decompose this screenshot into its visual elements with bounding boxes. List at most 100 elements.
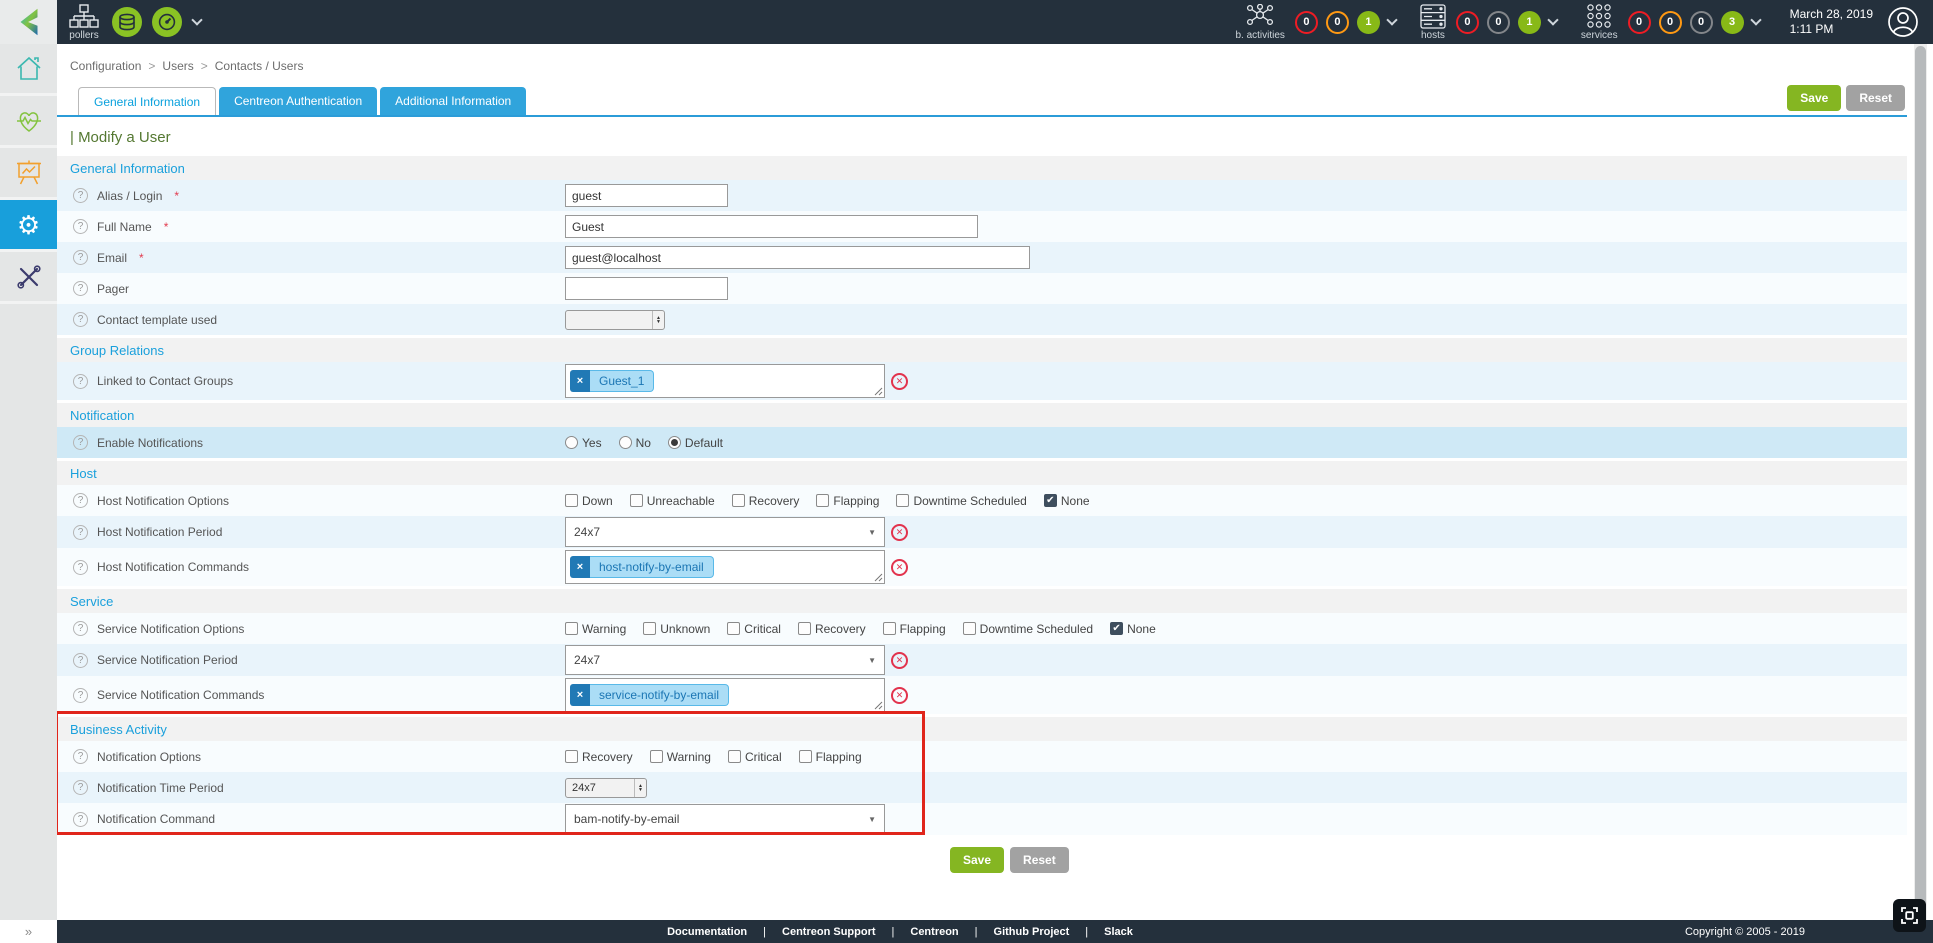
counter-badge-services[interactable]: 3 bbox=[1721, 11, 1744, 34]
help-icon[interactable]: ? bbox=[73, 812, 88, 827]
counter-badge-services[interactable]: 0 bbox=[1690, 11, 1713, 34]
checkbox-option-none[interactable]: ✔None bbox=[1110, 622, 1156, 636]
radio-option-yes[interactable]: Yes bbox=[565, 436, 602, 450]
expand-sidebar-icon[interactable]: » bbox=[25, 924, 32, 939]
notification-command-select[interactable]: bam-notify-by-email▼ bbox=[565, 804, 885, 834]
sidebar-item-home[interactable] bbox=[0, 44, 57, 96]
sidebar-item-configuration[interactable]: ⚙ bbox=[0, 200, 57, 252]
checkbox-option-flapping[interactable]: Flapping bbox=[799, 750, 862, 764]
help-icon[interactable]: ? bbox=[73, 560, 88, 575]
checkbox-option-downtime-scheduled[interactable]: Downtime Scheduled bbox=[963, 622, 1093, 636]
tab-general-information[interactable]: General Information bbox=[78, 87, 216, 115]
chip-remove-button[interactable]: × bbox=[570, 684, 590, 706]
checkbox-flapping[interactable] bbox=[799, 750, 812, 763]
checkbox-option-critical[interactable]: Critical bbox=[727, 622, 781, 636]
help-icon[interactable]: ? bbox=[73, 188, 88, 203]
help-icon[interactable]: ? bbox=[73, 435, 88, 450]
checkbox-downtime-scheduled[interactable] bbox=[963, 622, 976, 635]
footer-link-centreon-support[interactable]: Centreon Support bbox=[782, 926, 876, 938]
counter-badge-business-activities[interactable]: 0 bbox=[1295, 11, 1318, 34]
help-icon[interactable]: ? bbox=[73, 281, 88, 296]
checkbox-down[interactable] bbox=[565, 494, 578, 507]
breadcrumb-item-configuration[interactable]: Configuration bbox=[70, 59, 141, 73]
radio-default[interactable] bbox=[668, 436, 681, 449]
chip-remove-button[interactable]: × bbox=[570, 556, 590, 578]
clear-field-button[interactable]: ✕ bbox=[891, 652, 908, 669]
checkbox-option-critical[interactable]: Critical bbox=[728, 750, 782, 764]
footer-link-slack[interactable]: Slack bbox=[1104, 926, 1133, 938]
tab-additional-information[interactable]: Additional Information bbox=[380, 87, 526, 115]
checkbox-flapping[interactable] bbox=[816, 494, 829, 507]
full-name-input[interactable] bbox=[565, 215, 978, 238]
user-avatar[interactable] bbox=[1887, 6, 1919, 38]
chevron-down-icon[interactable] bbox=[1386, 14, 1397, 25]
counter-badge-hosts[interactable]: 1 bbox=[1518, 11, 1541, 34]
sidebar-item-reporting[interactable] bbox=[0, 148, 57, 200]
hosts-group[interactable]: hosts bbox=[1420, 3, 1446, 41]
save-button[interactable]: Save bbox=[1787, 85, 1841, 111]
email-input[interactable] bbox=[565, 246, 1030, 269]
services-group[interactable]: services bbox=[1581, 3, 1618, 41]
help-icon[interactable]: ? bbox=[73, 525, 88, 540]
chevron-down-icon[interactable] bbox=[1547, 14, 1558, 25]
checkbox-unreachable[interactable] bbox=[630, 494, 643, 507]
host-notification-commands-tag-input[interactable]: ×host-notify-by-email bbox=[565, 550, 885, 584]
sidebar-item-administration[interactable] bbox=[0, 252, 57, 304]
counter-badge-services[interactable]: 0 bbox=[1628, 11, 1651, 34]
help-icon[interactable]: ? bbox=[73, 749, 88, 764]
help-icon[interactable]: ? bbox=[73, 780, 88, 795]
footer-link-documentation[interactable]: Documentation bbox=[667, 926, 747, 938]
alias-login-input[interactable] bbox=[565, 184, 728, 207]
clear-field-button[interactable]: ✕ bbox=[891, 373, 908, 390]
help-icon[interactable]: ? bbox=[73, 374, 88, 389]
counter-badge-hosts[interactable]: 0 bbox=[1487, 11, 1510, 34]
chip-remove-button[interactable]: × bbox=[570, 370, 590, 392]
checkbox-recovery[interactable] bbox=[732, 494, 745, 507]
reset-button[interactable]: Reset bbox=[1846, 85, 1905, 111]
clear-field-button[interactable]: ✕ bbox=[891, 524, 908, 541]
checkbox-option-flapping[interactable]: Flapping bbox=[816, 494, 879, 508]
chevron-down-icon[interactable] bbox=[191, 14, 202, 25]
service-notification-commands-tag-input[interactable]: ×service-notify-by-email bbox=[565, 678, 885, 712]
help-icon[interactable]: ? bbox=[73, 621, 88, 636]
breadcrumb-item-users[interactable]: Users bbox=[162, 59, 193, 73]
service-notification-period-select[interactable]: 24x7▼ bbox=[565, 645, 885, 675]
fullscreen-button[interactable] bbox=[1893, 899, 1926, 932]
contact-template-used-select[interactable]: ▲▼ bbox=[565, 310, 665, 330]
scrollbar-thumb[interactable] bbox=[1915, 46, 1926, 918]
help-icon[interactable]: ? bbox=[73, 688, 88, 703]
gauge-icon[interactable] bbox=[152, 7, 182, 37]
checkbox-warning[interactable] bbox=[650, 750, 663, 763]
breadcrumb-item-contacts-users[interactable]: Contacts / Users bbox=[215, 59, 304, 73]
counter-badge-hosts[interactable]: 0 bbox=[1456, 11, 1479, 34]
centreon-logo[interactable] bbox=[0, 0, 57, 44]
checkbox-critical[interactable] bbox=[727, 622, 740, 635]
checkbox-option-none[interactable]: ✔None bbox=[1044, 494, 1090, 508]
resize-handle-icon[interactable] bbox=[874, 701, 883, 710]
checkbox-flapping[interactable] bbox=[883, 622, 896, 635]
vertical-scrollbar[interactable] bbox=[1914, 44, 1927, 920]
host-notification-period-select[interactable]: 24x7▼ bbox=[565, 517, 885, 547]
checkbox-option-recovery[interactable]: Recovery bbox=[798, 622, 866, 636]
checkbox-option-recovery[interactable]: Recovery bbox=[565, 750, 633, 764]
checkbox-option-warning[interactable]: Warning bbox=[650, 750, 711, 764]
checkbox-option-warning[interactable]: Warning bbox=[565, 622, 626, 636]
clear-field-button[interactable]: ✕ bbox=[891, 687, 908, 704]
checkbox-unknown[interactable] bbox=[643, 622, 656, 635]
footer-link-github-project[interactable]: Github Project bbox=[994, 926, 1070, 938]
checkbox-warning[interactable] bbox=[565, 622, 578, 635]
checkbox-option-downtime-scheduled[interactable]: Downtime Scheduled bbox=[896, 494, 1026, 508]
checkbox-option-unknown[interactable]: Unknown bbox=[643, 622, 710, 636]
radio-option-default[interactable]: Default bbox=[668, 436, 723, 450]
pollers-group[interactable]: pollers bbox=[69, 3, 99, 41]
help-icon[interactable]: ? bbox=[73, 250, 88, 265]
checkbox-critical[interactable] bbox=[728, 750, 741, 763]
save-button-bottom[interactable]: Save bbox=[950, 847, 1004, 873]
checkbox-recovery[interactable] bbox=[565, 750, 578, 763]
checkbox-none[interactable]: ✔ bbox=[1110, 622, 1123, 635]
linked-to-contact-groups-tag-input[interactable]: ×Guest_1 bbox=[565, 364, 885, 398]
checkbox-option-recovery[interactable]: Recovery bbox=[732, 494, 800, 508]
reset-button-bottom[interactable]: Reset bbox=[1010, 847, 1069, 873]
help-icon[interactable]: ? bbox=[73, 493, 88, 508]
help-icon[interactable]: ? bbox=[73, 653, 88, 668]
